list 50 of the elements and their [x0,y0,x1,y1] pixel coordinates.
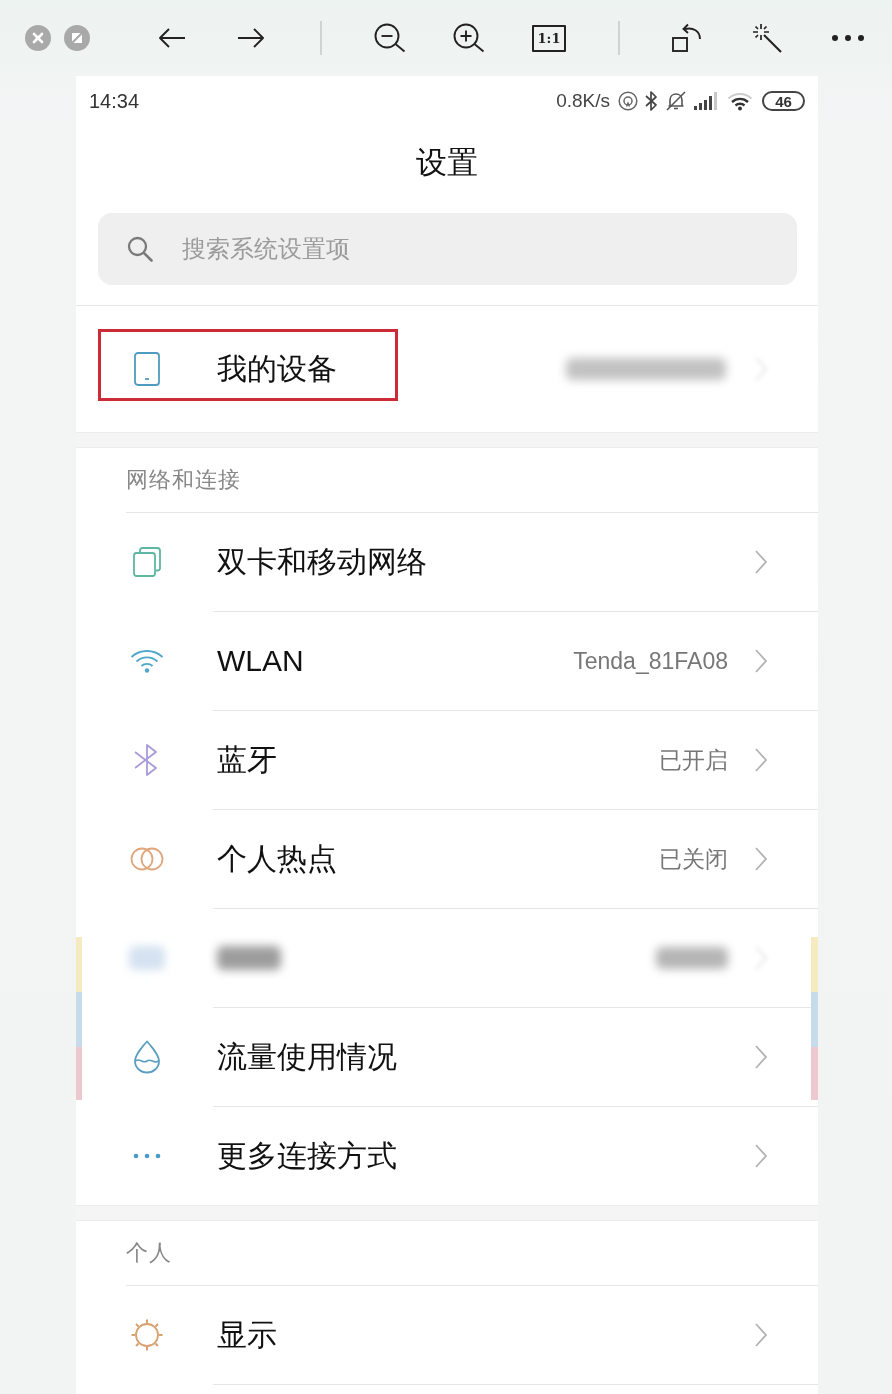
setting-label[interactable]: 我的设备 [217,348,337,390]
rotate-icon[interactable] [672,23,702,53]
arrow-right-icon[interactable] [237,27,265,49]
search-icon [127,236,153,262]
bluetooth-icon [134,743,160,777]
more-icon[interactable] [832,35,864,41]
chevron-icon [754,1143,768,1169]
chevron-icon [754,549,768,575]
blurred-label [217,946,281,970]
wifi-icon [727,91,753,111]
section-header: 个人 [126,1239,172,1267]
battery-indicator: 46 [762,91,805,111]
setting-label[interactable]: 更多连接方式 [217,1135,397,1177]
blurred-value [656,947,728,969]
magic-wand-icon[interactable] [752,23,782,53]
bluetooth-icon [645,90,658,112]
section-header: 网络和连接 [126,466,241,494]
chevron-icon [754,846,768,872]
actual-size-button[interactable]: 1:1 [532,24,566,52]
signal-icon [694,92,720,110]
chevron-icon [754,648,768,674]
phone-icon [134,352,160,386]
blurred-icon [129,946,165,970]
network-speed: 0.8K/s [556,90,610,112]
chevron-icon [754,1322,768,1348]
status-time: 14:34 [89,89,140,113]
setting-value: Tenda_81FA08 [573,647,728,675]
linked-rings-icon [130,847,164,871]
wifi-icon [130,649,164,673]
chevron-icon [754,747,768,773]
water-drop-icon [133,1040,161,1074]
sim-cards-icon [133,547,161,577]
page-title: 设置 [416,144,478,182]
setting-label[interactable]: 个人热点 [217,838,337,880]
sun-icon [130,1318,164,1352]
arrow-left-icon[interactable] [158,27,186,49]
more-dots-icon [133,1153,161,1159]
muted-bell-icon [665,90,687,112]
setting-label[interactable]: WLAN [217,644,304,678]
zoom-out-icon[interactable] [374,23,406,53]
setting-label[interactable]: 蓝牙 [217,739,277,781]
search-field[interactable]: 搜索系统设置项 [98,213,797,285]
setting-value: 已开启 [659,745,728,775]
setting-label[interactable]: 流量使用情况 [217,1036,397,1078]
zoom-in-icon[interactable] [453,23,485,53]
setting-label[interactable]: 显示 [217,1314,277,1356]
ring-icon [618,91,638,111]
setting-label[interactable]: 双卡和移动网络 [217,541,427,583]
chevron-icon [754,1044,768,1070]
setting-value: 已关闭 [659,844,728,874]
